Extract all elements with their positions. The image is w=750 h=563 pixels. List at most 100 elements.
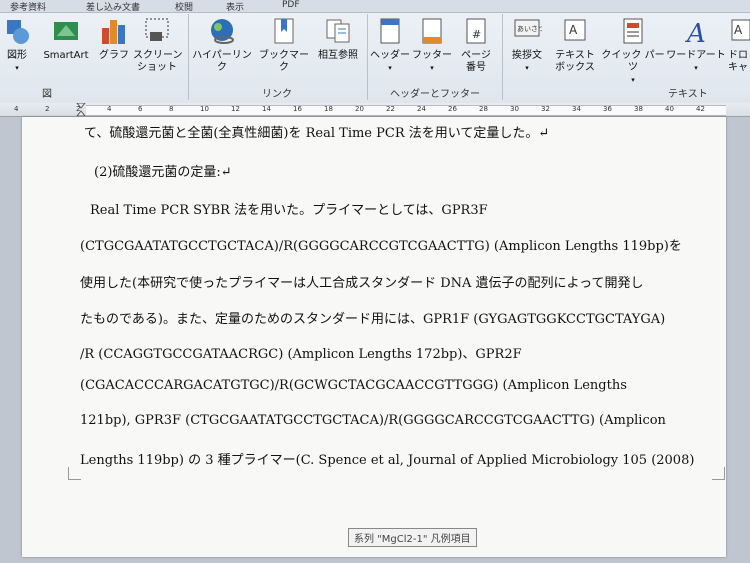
doc-line: /R (CCAGGTGCCGATAACRGC) (Amplicon Length… bbox=[80, 347, 522, 362]
dropcap-button[interactable]: A ドロ キャ bbox=[728, 16, 750, 74]
margin-crop-mark bbox=[68, 467, 81, 480]
cross-reference-button[interactable]: 相互参照 bbox=[312, 16, 364, 62]
chart-icon bbox=[102, 20, 125, 44]
separator bbox=[188, 14, 189, 100]
group-header-footer-label: ヘッダーとフッター bbox=[390, 89, 480, 100]
ruler-tick-label: 16 bbox=[293, 105, 302, 113]
ruler-tick-label: 6 bbox=[138, 105, 143, 113]
shapes-icon bbox=[7, 20, 29, 44]
quick-parts-label: クイック パーツ bbox=[601, 50, 665, 73]
ruler-tick-label: 2 bbox=[45, 105, 50, 113]
legend-entry-tooltip: 系列 "MgCl2-1" 凡例項目 bbox=[348, 528, 477, 547]
tab-pdf[interactable]: PDF bbox=[282, 0, 300, 10]
document-page[interactable]: て、硫酸還元菌と全菌(全真性細菌)を Real Time PCR 法を用いて定量… bbox=[22, 117, 726, 557]
ruler-tick-label: 8 bbox=[169, 105, 174, 113]
header-button[interactable]: ヘッダー ▾ bbox=[370, 16, 410, 74]
doc-line: たものである)。また、定量のためのスタンダード用には、GPR1F (GYGAGT… bbox=[80, 312, 666, 327]
hyperlink-label: ハイパーリンク bbox=[192, 50, 252, 73]
screenshot-icon bbox=[145, 18, 169, 41]
ruler-tick-label: 2 bbox=[76, 105, 81, 113]
greeting-icon: あいさつ bbox=[514, 19, 545, 37]
ruler-tick-label: 22 bbox=[386, 105, 395, 113]
smartart-icon bbox=[54, 22, 78, 40]
chart-button[interactable]: グラフ bbox=[98, 16, 130, 62]
tab-view[interactable]: 表示 bbox=[226, 0, 244, 13]
doc-line: Real Time PCR SYBR 法を用いた。プライマーとしては、GPR3F bbox=[90, 203, 488, 218]
doc-line: て、硫酸還元菌と全菌(全真性細菌)を Real Time PCR 法を用いて定量… bbox=[84, 126, 550, 141]
ribbon: 参考資料 差し込み文書 校閲 表示 PDF 図形 ▾ SmartArt グラフ … bbox=[0, 0, 750, 104]
group-illustrations-label: 図 bbox=[42, 89, 52, 100]
ribbon-tabs: 参考資料 差し込み文書 校閲 表示 PDF bbox=[0, 0, 750, 13]
doc-line: (CGACACCCARGACATGTGC)/R(GCWGCTACGCAACCGT… bbox=[80, 378, 627, 393]
screenshot-label: スクリーン ショット bbox=[133, 50, 183, 73]
tab-references[interactable]: 参考資料 bbox=[10, 0, 46, 13]
ruler-tick-label: 30 bbox=[510, 105, 519, 113]
ruler-tick-label: 34 bbox=[572, 105, 581, 113]
ruler-tick-label: 40 bbox=[665, 105, 674, 113]
cross-reference-icon bbox=[326, 19, 350, 43]
doc-line: Lengths 119bp) の 3 種プライマー(C. Spence et a… bbox=[80, 453, 695, 468]
svg-text:A: A bbox=[685, 19, 706, 46]
bookmark-button[interactable]: ブックマーク bbox=[256, 16, 312, 74]
ruler-tick-label: 14 bbox=[262, 105, 271, 113]
footer-button[interactable]: フッター ▾ bbox=[412, 16, 452, 74]
ruler-tick-label: 28 bbox=[479, 105, 488, 113]
doc-line: (CTGCGAATATGCCTGCTACA)/R(GGGGCARCCGTCGAA… bbox=[80, 239, 682, 254]
doc-line: 121bp), GPR3F (CTGCGAATATGCCTGCTACA)/R(G… bbox=[80, 413, 666, 428]
textbox-button[interactable]: A テキスト ボックス bbox=[551, 16, 599, 74]
dropcap-label: ドロ キャ bbox=[728, 50, 748, 73]
tab-mailings[interactable]: 差し込み文書 bbox=[86, 0, 140, 13]
smartart-button[interactable]: SmartArt bbox=[38, 16, 94, 62]
quick-parts-button[interactable]: クイック パーツ ▾ bbox=[600, 16, 666, 86]
ruler-tick-label: 26 bbox=[448, 105, 457, 113]
shapes-label: 図形 bbox=[7, 50, 27, 61]
svg-text:あいさつ: あいさつ bbox=[517, 25, 542, 33]
ruler-tick-label: 38 bbox=[634, 105, 643, 113]
bookmark-label: ブックマーク bbox=[259, 50, 309, 73]
header-label: ヘッダー bbox=[370, 50, 410, 61]
margin-crop-mark bbox=[712, 467, 725, 480]
ruler-text-area bbox=[86, 105, 726, 116]
ruler-tick-label: 18 bbox=[324, 105, 333, 113]
footer-icon bbox=[422, 18, 442, 44]
screenshot-button[interactable]: スクリーン ショット bbox=[133, 16, 183, 74]
wordart-icon: A bbox=[685, 19, 706, 49]
horizontal-ruler[interactable]: 4 2 2 4 6 8 10 12 14 16 18 20 22 24 26 28 30 32 34 36 38 40 42 bbox=[0, 103, 750, 117]
doc-line: (2)硫酸還元菌の定量:↵ bbox=[94, 165, 232, 180]
hyperlink-icon bbox=[211, 19, 234, 44]
tab-review[interactable]: 校閲 bbox=[175, 0, 193, 13]
ruler-tick-label: 4 bbox=[107, 105, 112, 113]
ruler-tick-label: 42 bbox=[696, 105, 705, 113]
dropcap-icon: A bbox=[731, 19, 750, 41]
group-text-label: テキスト bbox=[668, 89, 708, 100]
greeting-button[interactable]: あいさつ 挨拶文 ▾ bbox=[505, 16, 549, 74]
header-icon bbox=[380, 18, 400, 44]
page-number-button[interactable]: # ページ 番号 bbox=[454, 16, 498, 74]
textbox-icon: A bbox=[564, 19, 586, 41]
bookmark-icon bbox=[274, 18, 294, 44]
wordart-button[interactable]: A ワードアート ▾ bbox=[666, 16, 726, 74]
ruler-tick-label: 4 bbox=[14, 105, 19, 113]
cross-reference-label: 相互参照 bbox=[318, 50, 358, 61]
hyperlink-button[interactable]: ハイパーリンク bbox=[190, 16, 254, 74]
svg-text:A: A bbox=[734, 23, 743, 37]
ruler-tick-label: 32 bbox=[541, 105, 550, 113]
smartart-label: SmartArt bbox=[43, 50, 89, 61]
quick-parts-icon bbox=[623, 18, 643, 44]
ruler-tick-label: 12 bbox=[231, 105, 240, 113]
textbox-label: テキスト ボックス bbox=[555, 50, 595, 73]
page-number-label: ページ 番号 bbox=[461, 50, 491, 73]
doc-line: 使用した(本研究で使ったプライマーは人工合成スタンダード DNA 遺伝子の配列に… bbox=[80, 276, 644, 291]
page-number-icon: # bbox=[466, 18, 486, 44]
group-links-label: リンク bbox=[262, 89, 292, 100]
separator bbox=[367, 14, 368, 100]
ruler-tick-label: 24 bbox=[417, 105, 426, 113]
footer-label: フッター bbox=[412, 50, 452, 61]
ruler-tick-label: 36 bbox=[603, 105, 612, 113]
greeting-label: 挨拶文 bbox=[512, 50, 542, 61]
shapes-button[interactable]: 図形 ▾ bbox=[2, 16, 32, 74]
svg-text:A: A bbox=[569, 23, 578, 37]
separator bbox=[502, 14, 503, 100]
chart-label: グラフ bbox=[99, 50, 129, 61]
ruler-tick-label: 20 bbox=[355, 105, 364, 113]
